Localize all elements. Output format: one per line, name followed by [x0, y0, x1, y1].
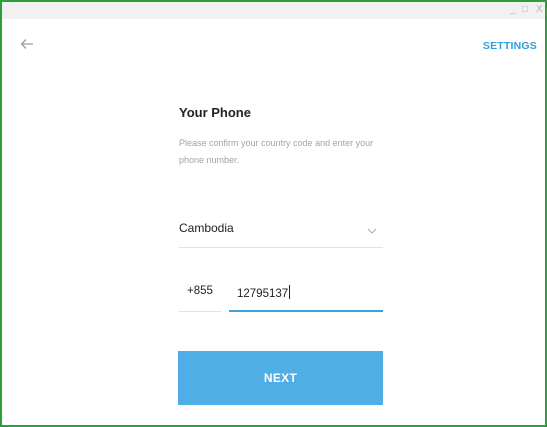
chevron-down-icon [367, 223, 377, 234]
next-button[interactable]: NEXT [178, 351, 383, 405]
country-code-field[interactable]: +855 [179, 276, 221, 312]
minimize-button[interactable]: _ [510, 2, 516, 19]
phone-number-value: 12795137 [237, 285, 291, 300]
phone-number-input[interactable]: 12795137 [229, 276, 383, 312]
settings-link[interactable]: SETTINGS [483, 40, 537, 52]
back-arrow-icon[interactable] [20, 37, 36, 53]
page-title: Your Phone [179, 105, 251, 120]
page-description: Please confirm your country code and ent… [179, 138, 374, 165]
close-button[interactable]: X [536, 2, 543, 19]
country-code-value: +855 [187, 285, 213, 297]
title-bar: _ □ X [2, 2, 545, 19]
country-select[interactable]: Cambodia [179, 213, 383, 248]
maximize-button[interactable]: □ [522, 2, 528, 19]
country-value: Cambodia [179, 221, 234, 235]
text-caret [289, 285, 291, 299]
